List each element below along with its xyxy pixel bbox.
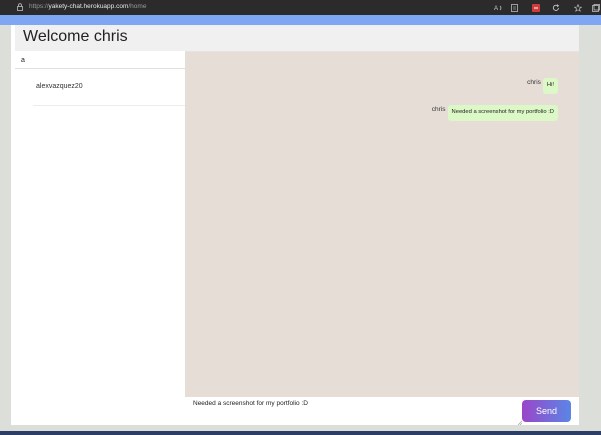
user-search [15, 52, 185, 69]
welcome-title: Welcome chris [23, 28, 128, 45]
message-bubble: Needed a screenshot for my portfolio :D [447, 105, 558, 121]
message-sender: chris [527, 79, 541, 86]
url-prefix: https:// [29, 3, 49, 10]
user-name: alexvazquez20 [36, 83, 83, 90]
taskbar-edge [0, 431, 601, 435]
chat-header [185, 25, 579, 52]
favorite-icon[interactable] [573, 2, 583, 13]
collections-icon[interactable] [591, 2, 601, 13]
lock-icon [17, 3, 23, 11]
address-bar[interactable]: https://yakety-chat.herokuapp.com/home [29, 3, 146, 10]
message-list: chris Hi! chris Needed a screenshot for … [185, 52, 579, 397]
svg-text:A: A [494, 6, 498, 12]
message-input[interactable]: Needed a screenshot for my portfolio :D [193, 400, 513, 422]
send-button[interactable]: Send [522, 400, 571, 422]
compose-area: Needed a screenshot for my portfolio :D … [189, 397, 579, 425]
url-path: /home [128, 3, 147, 10]
read-aloud-icon[interactable]: A [493, 2, 503, 13]
chat-app: Welcome chris alexvazquez20 chris Hi! ch… [11, 25, 579, 425]
user-search-input[interactable] [21, 54, 171, 66]
message-sender: chris [431, 106, 446, 113]
refresh-icon[interactable] [551, 2, 561, 13]
reading-view-icon[interactable] [510, 2, 520, 13]
welcome-header: Welcome chris [15, 25, 185, 51]
user-list-item[interactable]: alexvazquez20 [33, 69, 185, 106]
extension-icon[interactable] [531, 2, 541, 13]
browser-toolbar: https://yakety-chat.herokuapp.com/home A [0, 0, 601, 15]
url-domain: yakety-chat.herokuapp.com [48, 3, 129, 10]
message-item: chris Needed a screenshot for my portfol… [432, 105, 558, 121]
resize-grip-icon[interactable] [517, 420, 522, 425]
page-top-band [0, 15, 601, 25]
message-bubble: Hi! [542, 78, 558, 94]
message-item: chris Hi! [527, 78, 558, 94]
